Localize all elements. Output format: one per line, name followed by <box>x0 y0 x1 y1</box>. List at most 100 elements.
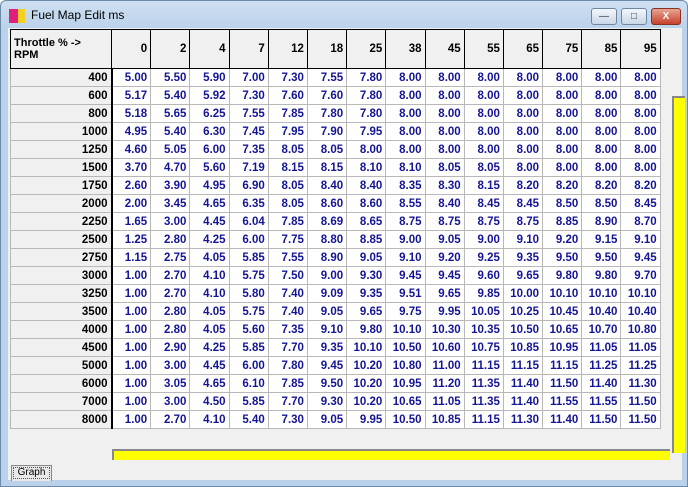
fuel-value-cell[interactable]: 5.92 <box>189 86 230 105</box>
fuel-value-cell[interactable]: 4.45 <box>189 212 230 231</box>
fuel-value-cell[interactable]: 9.95 <box>424 302 465 321</box>
fuel-value-cell[interactable]: 7.35 <box>228 140 269 159</box>
fuel-value-cell[interactable]: 8.69 <box>306 212 348 231</box>
fuel-value-cell[interactable]: 7.95 <box>267 122 308 141</box>
fuel-value-cell[interactable]: 8.00 <box>424 104 465 123</box>
fuel-value-cell[interactable]: 7.45 <box>228 122 269 141</box>
fuel-value-cell[interactable]: 8.00 <box>502 104 544 123</box>
fuel-value-cell[interactable]: 8.00 <box>385 86 426 105</box>
fuel-value-cell[interactable]: 5.85 <box>228 338 269 357</box>
fuel-value-cell[interactable]: 11.20 <box>424 374 465 393</box>
fuel-value-cell[interactable]: 9.05 <box>424 230 465 249</box>
fuel-value-cell[interactable]: 8.00 <box>463 140 504 159</box>
fuel-value-cell[interactable]: 5.75 <box>228 266 269 285</box>
fuel-value-cell[interactable]: 8.85 <box>346 230 387 249</box>
fuel-value-cell[interactable]: 9.80 <box>542 266 583 285</box>
fuel-value-cell[interactable]: 11.55 <box>542 392 583 411</box>
fuel-value-cell[interactable]: 2.90 <box>150 338 191 357</box>
fuel-value-cell[interactable]: 10.20 <box>346 374 387 393</box>
fuel-value-cell[interactable]: 8.05 <box>267 176 308 195</box>
fuel-value-cell[interactable]: 8.00 <box>620 122 661 141</box>
fuel-value-cell[interactable]: 10.10 <box>346 338 387 357</box>
fuel-value-cell[interactable]: 8.20 <box>620 176 661 195</box>
fuel-value-cell[interactable]: 9.50 <box>581 248 622 267</box>
fuel-value-cell[interactable]: 1.00 <box>110 356 152 375</box>
fuel-value-cell[interactable]: 7.00 <box>228 68 269 87</box>
fuel-value-cell[interactable]: 8.20 <box>581 176 622 195</box>
fuel-value-cell[interactable]: 8.00 <box>542 68 583 87</box>
fuel-value-cell[interactable]: 8.00 <box>346 140 387 159</box>
fuel-value-cell[interactable]: 6.25 <box>189 104 230 123</box>
fuel-value-cell[interactable]: 8.10 <box>346 158 387 177</box>
fuel-value-cell[interactable]: 3.45 <box>150 194 191 213</box>
fuel-value-cell[interactable]: 8.00 <box>581 68 622 87</box>
fuel-value-cell[interactable]: 5.18 <box>110 104 152 123</box>
fuel-value-cell[interactable]: 1.00 <box>110 266 152 285</box>
fuel-value-cell[interactable]: 7.80 <box>267 356 308 375</box>
fuel-value-cell[interactable]: 10.10 <box>385 320 426 339</box>
fuel-value-cell[interactable]: 1.00 <box>110 284 152 303</box>
fuel-value-cell[interactable]: 11.30 <box>620 374 661 393</box>
fuel-value-cell[interactable]: 5.00 <box>110 68 152 87</box>
fuel-value-cell[interactable]: 10.40 <box>581 302 622 321</box>
fuel-value-cell[interactable]: 5.17 <box>110 86 152 105</box>
fuel-value-cell[interactable]: 8.50 <box>542 194 583 213</box>
fuel-value-cell[interactable]: 7.35 <box>267 320 308 339</box>
fuel-value-cell[interactable]: 11.40 <box>542 410 583 429</box>
fuel-value-cell[interactable]: 6.04 <box>228 212 269 231</box>
fuel-value-cell[interactable]: 1.00 <box>110 410 152 429</box>
fuel-value-cell[interactable]: 4.65 <box>189 194 230 213</box>
fuel-value-cell[interactable]: 1.00 <box>110 302 152 321</box>
fuel-value-cell[interactable]: 8.00 <box>424 122 465 141</box>
fuel-value-cell[interactable]: 9.60 <box>463 266 504 285</box>
minimize-button[interactable]: — <box>591 8 617 25</box>
fuel-value-cell[interactable]: 9.35 <box>306 338 348 357</box>
fuel-value-cell[interactable]: 11.40 <box>502 374 544 393</box>
fuel-value-cell[interactable]: 8.15 <box>267 158 308 177</box>
fuel-value-cell[interactable]: 7.40 <box>267 302 308 321</box>
fuel-value-cell[interactable]: 7.95 <box>346 122 387 141</box>
fuel-value-cell[interactable]: 9.20 <box>542 230 583 249</box>
fuel-value-cell[interactable]: 11.15 <box>542 356 583 375</box>
fuel-value-cell[interactable]: 8.05 <box>424 158 465 177</box>
fuel-value-cell[interactable]: 8.45 <box>502 194 544 213</box>
fuel-value-cell[interactable]: 9.20 <box>424 248 465 267</box>
fuel-value-cell[interactable]: 7.40 <box>267 284 308 303</box>
fuel-value-cell[interactable]: 11.25 <box>581 356 622 375</box>
fuel-value-cell[interactable]: 10.45 <box>542 302 583 321</box>
fuel-value-cell[interactable]: 8.00 <box>542 158 583 177</box>
fuel-value-cell[interactable]: 10.65 <box>385 392 426 411</box>
fuel-value-cell[interactable]: 10.95 <box>385 374 426 393</box>
fuel-value-cell[interactable]: 6.90 <box>228 176 269 195</box>
fuel-value-cell[interactable]: 9.51 <box>385 284 426 303</box>
fuel-value-cell[interactable]: 11.40 <box>502 392 544 411</box>
fuel-value-cell[interactable]: 8.60 <box>346 194 387 213</box>
fuel-value-cell[interactable]: 10.50 <box>385 338 426 357</box>
fuel-value-cell[interactable]: 4.10 <box>189 284 230 303</box>
fuel-value-cell[interactable]: 7.85 <box>267 374 308 393</box>
fuel-value-cell[interactable]: 5.85 <box>228 392 269 411</box>
fuel-value-cell[interactable]: 9.10 <box>306 320 348 339</box>
fuel-value-cell[interactable]: 5.65 <box>150 104 191 123</box>
fuel-value-cell[interactable]: 5.60 <box>228 320 269 339</box>
fuel-value-cell[interactable]: 7.60 <box>306 86 348 105</box>
fuel-value-cell[interactable]: 9.95 <box>346 410 387 429</box>
fuel-value-cell[interactable]: 11.00 <box>424 356 465 375</box>
fuel-value-cell[interactable]: 8.00 <box>463 86 504 105</box>
fuel-value-cell[interactable]: 9.10 <box>502 230 544 249</box>
fuel-value-cell[interactable]: 11.05 <box>620 338 661 357</box>
fuel-value-cell[interactable]: 8.45 <box>463 194 504 213</box>
fuel-value-cell[interactable]: 8.40 <box>346 176 387 195</box>
fuel-value-cell[interactable]: 9.75 <box>385 302 426 321</box>
fuel-value-cell[interactable]: 9.00 <box>306 266 348 285</box>
fuel-value-cell[interactable]: 9.85 <box>463 284 504 303</box>
fuel-value-cell[interactable]: 6.00 <box>228 230 269 249</box>
fuel-value-cell[interactable]: 2.60 <box>110 176 152 195</box>
fuel-value-cell[interactable]: 1.00 <box>110 338 152 357</box>
fuel-value-cell[interactable]: 7.55 <box>228 104 269 123</box>
fuel-value-cell[interactable]: 8.00 <box>463 104 504 123</box>
fuel-value-cell[interactable]: 10.50 <box>502 320 544 339</box>
fuel-value-cell[interactable]: 8.35 <box>385 176 426 195</box>
fuel-value-cell[interactable]: 4.05 <box>189 302 230 321</box>
fuel-value-cell[interactable]: 4.65 <box>189 374 230 393</box>
